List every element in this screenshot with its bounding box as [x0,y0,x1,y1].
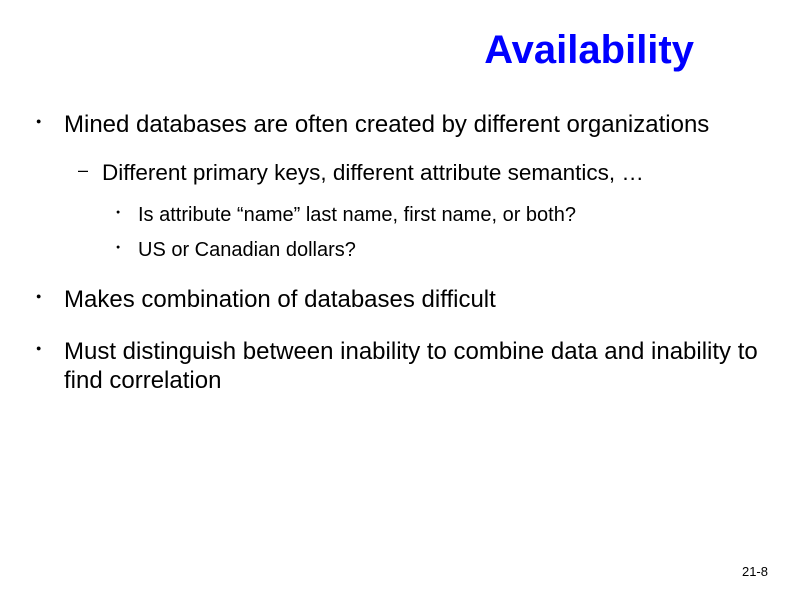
slide: { "title": "Availability", "bullets": { … [0,0,794,595]
bullet-list-level2: Different primary keys, different attrib… [64,159,766,263]
slide-body: Mined databases are often created by dif… [28,110,766,417]
bullet-text: Mined databases are often created by dif… [64,111,709,138]
bullet-text: Makes combination of databases difficult [64,286,496,313]
bullet-list-level1: Mined databases are often created by dif… [28,110,766,395]
bullet-list-level3: Is attribute “name” last name, first nam… [102,203,766,263]
bullet-item: Must distinguish between inability to co… [28,337,766,396]
bullet-item: US or Canadian dollars? [102,238,766,263]
bullet-text: Different primary keys, different attrib… [102,160,644,185]
bullet-item: Mined databases are often created by dif… [28,110,766,263]
bullet-text: Is attribute “name” last name, first nam… [138,204,576,226]
bullet-item: Makes combination of databases difficult [28,285,766,314]
bullet-item: Is attribute “name” last name, first nam… [102,203,766,228]
page-number: 21-8 [742,564,768,579]
bullet-text: Must distinguish between inability to co… [64,338,758,394]
bullet-text: US or Canadian dollars? [138,239,356,261]
bullet-item: Different primary keys, different attrib… [64,159,766,263]
slide-title: Availability [484,28,694,73]
